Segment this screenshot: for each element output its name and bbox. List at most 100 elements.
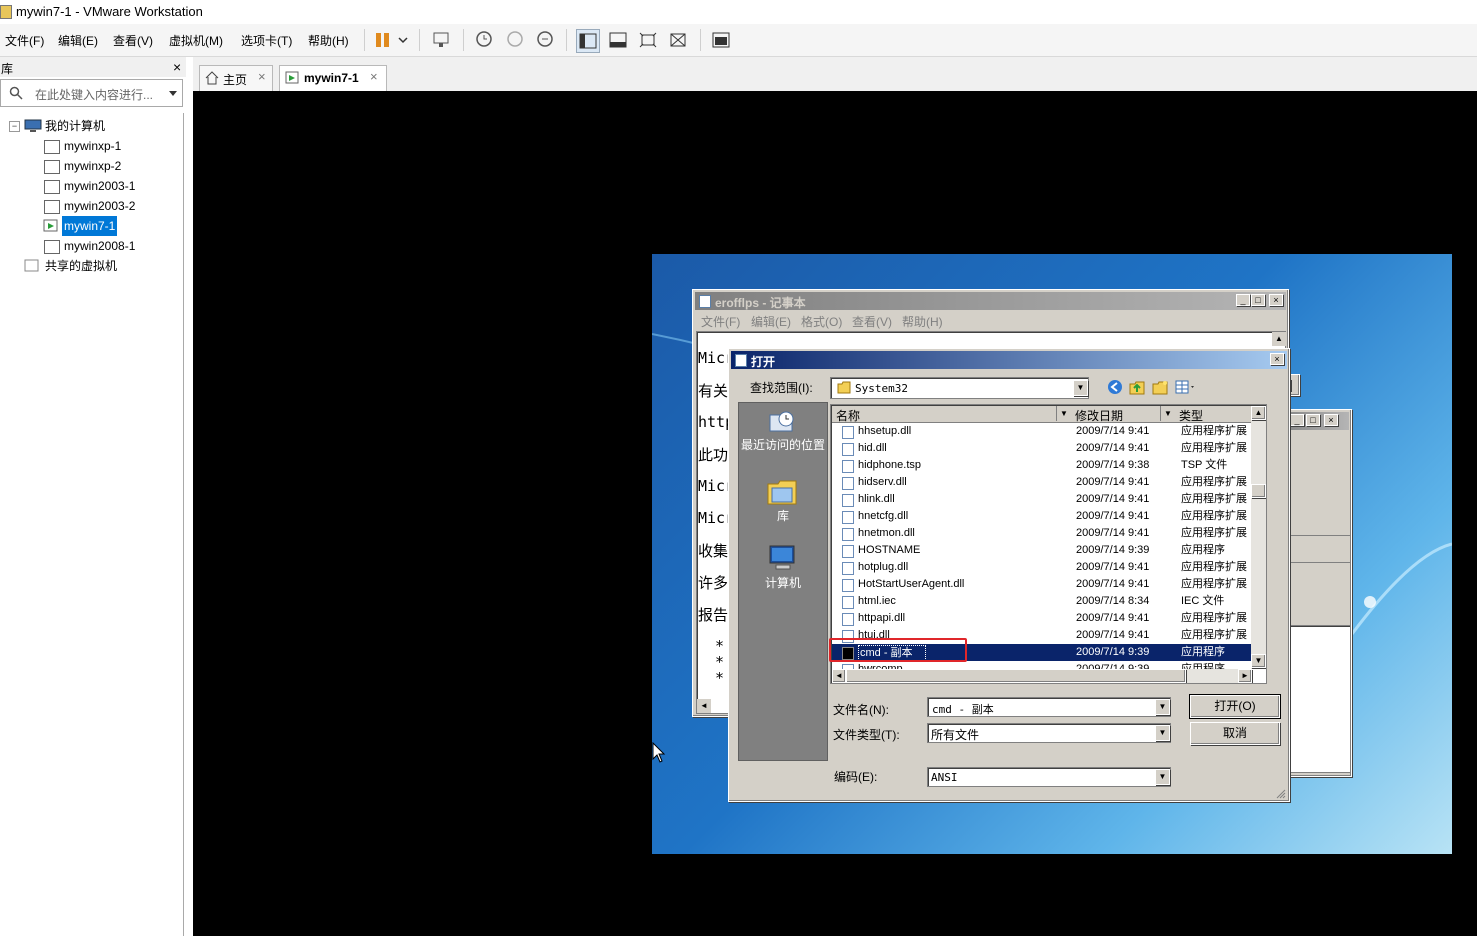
snapshot-manager-icon[interactable] [534,29,556,51]
chevron-down-icon[interactable] [169,91,177,96]
menu-edit[interactable]: 编辑(E) [58,32,98,49]
recent-places-icon[interactable] [766,409,798,437]
view-menu-icon[interactable] [1175,379,1197,395]
notepad-menu-file[interactable]: 文件(F) [701,313,740,330]
column-modified[interactable]: 修改日期 [1075,407,1123,424]
open-button[interactable]: 打开(O) [1189,694,1281,719]
pause-icon[interactable] [372,29,394,51]
file-row[interactable]: hnetcfg.dll 2009/7/14 9:41 应用程序扩展 [832,508,1266,525]
snapshot-icon[interactable] [473,29,495,51]
console-view-icon[interactable] [710,29,732,51]
horizontal-scrollbar[interactable]: ◄ ► [832,669,1252,683]
full-screen-icon[interactable] [637,29,659,51]
place-recent[interactable]: 最近访问的位置 [741,439,825,452]
file-row[interactable]: hidphone.tsp 2009/7/14 9:38 TSP 文件 [832,457,1266,474]
open-dialog[interactable]: 打开 × 查找范围(I): System32 ▼ 最近访问的位置 库 计算机 名… [728,348,1290,802]
minimize-button[interactable]: _ [1290,414,1304,426]
chevron-down-icon[interactable]: ▼ [1073,380,1088,396]
tab-mywin7-1[interactable]: mywin7-1 × [279,65,387,92]
new-folder-icon[interactable] [1152,379,1168,395]
file-name: hid.dll [858,442,887,454]
scroll-right-button[interactable]: ► [1238,669,1252,683]
chevron-down-icon[interactable] [398,36,408,44]
library-icon[interactable] [766,476,798,506]
file-row[interactable]: hotplug.dll 2009/7/14 9:41 应用程序扩展 [832,559,1266,576]
maximize-button[interactable]: □ [1251,294,1265,306]
encoding-dropdown[interactable]: ANSI ▼ [927,767,1171,787]
show-library-icon[interactable] [576,29,600,53]
column-name[interactable]: 名称 [836,407,860,424]
notepad-menu-view[interactable]: 查看(V) [852,313,892,330]
collapse-toggle[interactable]: − [9,121,20,132]
file-row[interactable]: HOSTNAME 2009/7/14 9:39 应用程序 [832,542,1266,559]
close-button[interactable]: × [1270,353,1284,365]
tree-vm-item[interactable]: mywin2003-1 [64,176,135,196]
scroll-left-button[interactable]: ◄ [832,669,846,683]
chevron-down-icon[interactable]: ▼ [1155,769,1170,785]
vertical-scrollbar[interactable]: ▲ ▼ [1251,406,1266,669]
background-window-text-area[interactable] [1287,625,1351,773]
tab-vm-close[interactable]: × [370,69,378,84]
scroll-thumb[interactable] [846,669,1186,683]
menu-vm[interactable]: 虚拟机(M) [169,32,223,49]
scroll-thumb[interactable] [1251,484,1266,498]
file-row[interactable]: html.iec 2009/7/14 8:34 IEC 文件 [832,593,1266,610]
up-folder-icon[interactable] [1129,379,1145,395]
computer-icon[interactable] [766,543,798,573]
place-computer[interactable]: 计算机 [741,574,825,591]
send-ctrl-alt-del-icon[interactable] [430,29,452,51]
file-row[interactable]: hhsetup.dll 2009/7/14 9:41 应用程序扩展 [832,423,1266,440]
file-row[interactable]: hnetmon.dll 2009/7/14 9:41 应用程序扩展 [832,525,1266,542]
scroll-up-button[interactable]: ▲ [1251,406,1266,420]
minimize-button[interactable]: _ [1236,294,1250,306]
resize-grip-icon[interactable] [1275,788,1286,799]
open-dialog-title: 打开 [751,355,776,369]
menu-help[interactable]: 帮助(H) [308,32,349,49]
file-row[interactable]: hlink.dll 2009/7/14 9:41 应用程序扩展 [832,491,1266,508]
place-library[interactable]: 库 [741,507,825,524]
tab-home[interactable]: 主页 × [199,65,273,91]
menu-tabs[interactable]: 选项卡(T) [241,32,292,49]
menu-file[interactable]: 文件(F) [5,32,44,49]
tree-vm-item[interactable]: mywinxp-1 [64,136,121,156]
notepad-menu-edit[interactable]: 编辑(E) [751,313,791,330]
tree-vm-item-selected[interactable]: mywin7-1 [62,216,118,236]
scroll-left-button[interactable]: ◄ [697,699,711,713]
filetype-dropdown[interactable]: 所有文件 ▼ [927,723,1171,743]
chevron-down-icon[interactable]: ▼ [1155,725,1170,741]
tree-vm-item[interactable]: mywinxp-2 [64,156,121,176]
library-search-input[interactable]: 在此处键入内容进行... [35,86,153,103]
revert-snapshot-icon[interactable] [504,29,526,51]
look-in-dropdown[interactable]: System32 ▼ [830,377,1089,399]
library-close-button[interactable]: × [173,59,181,75]
unity-icon[interactable] [667,29,689,51]
tab-home-close[interactable]: × [258,69,266,84]
library-search-box[interactable]: 在此处键入内容进行... [0,79,183,107]
close-button[interactable]: × [1269,294,1283,306]
close-button[interactable]: × [1324,414,1338,426]
back-icon[interactable] [1107,379,1123,395]
scroll-down-button[interactable]: ▼ [1251,654,1266,668]
chevron-down-icon[interactable]: ▼ [1160,406,1175,421]
filename-input[interactable]: cmd - 副本 ▼ [927,697,1171,717]
file-row[interactable]: httpapi.dll 2009/7/14 9:41 应用程序扩展 [832,610,1266,627]
file-row[interactable]: HotStartUserAgent.dll 2009/7/14 9:41 应用程序扩… [832,576,1266,593]
chevron-down-icon[interactable]: ▼ [1056,406,1071,421]
tree-shared-vms[interactable]: 共享的虚拟机 [45,256,117,276]
column-type[interactable]: 类型 [1179,407,1203,424]
notepad-menu-help[interactable]: 帮助(H) [902,313,943,330]
file-row[interactable]: hidserv.dll 2009/7/14 9:41 应用程序扩展 [832,474,1266,491]
guest-desktop[interactable]: _ □ × × erofflps - 记事本 _ □ × 文件(F) 编辑(E)… [652,254,1452,854]
thumbnail-bar-icon[interactable] [607,29,629,51]
tree-vm-item[interactable]: mywin2008-1 [64,236,135,256]
file-row[interactable]: hid.dll 2009/7/14 9:41 应用程序扩展 [832,440,1266,457]
tree-root-my-computer[interactable]: 我的计算机 [45,116,105,136]
cancel-button[interactable]: 取消 [1190,722,1280,745]
notepad-menu-format[interactable]: 格式(O) [801,313,842,330]
filename-value[interactable]: cmd - 副本 [932,701,994,717]
menu-view[interactable]: 查看(V) [113,32,153,49]
scroll-up-button[interactable]: ▲ [1272,332,1286,346]
tree-vm-item[interactable]: mywin2003-2 [64,196,135,216]
chevron-down-icon[interactable]: ▼ [1155,699,1170,715]
maximize-button[interactable]: □ [1306,414,1320,426]
